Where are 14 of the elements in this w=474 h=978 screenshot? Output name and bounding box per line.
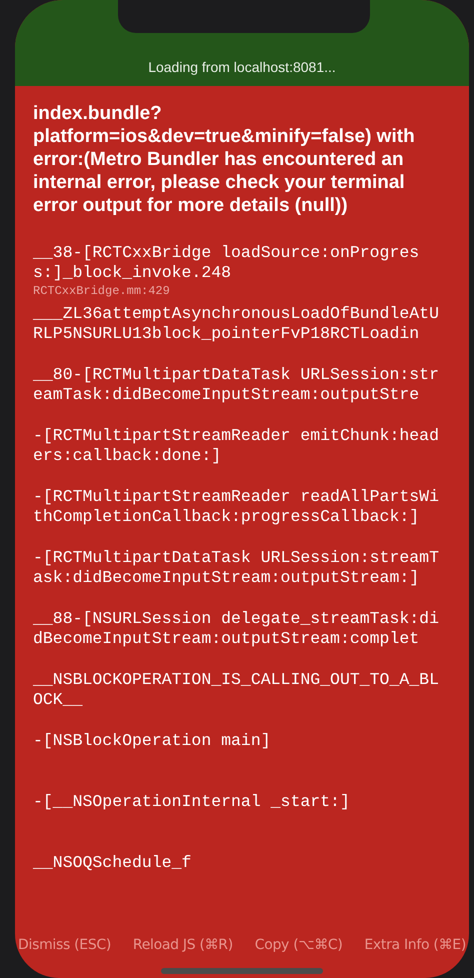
stack-frame-method[interactable]: __NSBLOCKOPERATION_IS_CALLING_OUT_TO_A_BLOCK__ <box>33 670 439 710</box>
banner-text: Loading from localhost:8081... <box>148 58 336 77</box>
error-message: index.bundle? platform=ios&dev=true&minify=false) with error:(Metro Bundler has encountered an internal error, please check your terminal error output for more details (null)) <box>33 102 416 217</box>
stack-frame-method[interactable]: -[RCTMultipartStreamReader emitChunk:headers:callback:done:] <box>33 426 439 466</box>
stack-frame-file: RCTCxxBridge.mm:429 <box>33 283 170 299</box>
stack-frame-method[interactable]: __38-[RCTCxxBridge loadSource:onProgress:]_block_invoke.248 <box>33 243 439 283</box>
stack-frame-method[interactable]: -[RCTMultipartDataTask URLSession:streamTask:didBecomeInputStream:outputStream:] <box>33 548 439 588</box>
stack-frame-method[interactable]: ___ZL36attemptAsynchronousLoadOfBundleAtURLP5NSURLU13block_pointerFvP18RCTLoadin <box>33 304 439 344</box>
stack-frame-method[interactable]: __80-[RCTMultipartDataTask URLSession:streamTask:didBecomeInputStream:outputStre <box>33 365 439 405</box>
stack-frame-method[interactable]: __NSOQSchedule_f <box>33 853 439 873</box>
stack-frame-method[interactable]: -[RCTMultipartStreamReader readAllPartsWithCompletionCallback:progressCallback:] <box>33 487 439 527</box>
stack-frame-method[interactable]: -[NSBlockOperation main] <box>33 731 439 751</box>
stack-frame-method[interactable]: __88-[NSURLSession delegate_streamTask:didBecomeInputStream:outputStream:complet <box>33 609 439 649</box>
stack-frame-method[interactable]: -[__NSOperationInternal _start:] <box>33 792 439 812</box>
